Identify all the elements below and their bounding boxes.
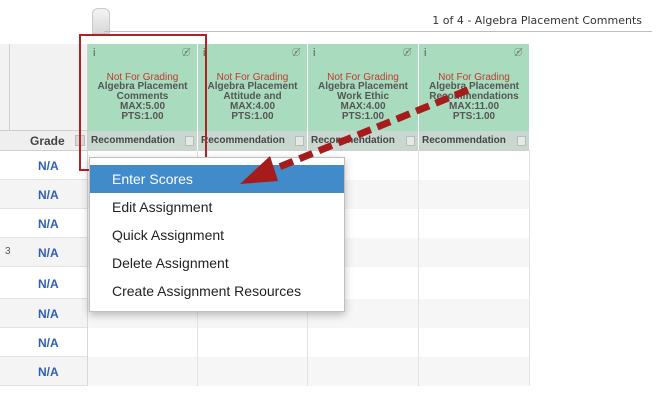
sort-icon[interactable] xyxy=(517,136,526,146)
sort-icon[interactable] xyxy=(295,136,304,146)
grade-cell[interactable]: N/A xyxy=(0,299,88,328)
score-cell[interactable] xyxy=(88,357,198,386)
score-cell[interactable] xyxy=(419,267,530,299)
grade-header-label: Grade xyxy=(30,134,65,148)
score-cell[interactable] xyxy=(88,328,198,357)
grid-corner-header xyxy=(0,44,88,131)
menu-item-edit-assignment[interactable]: Edit Assignment xyxy=(90,193,344,221)
assignment-context-menu: Enter Scores Edit Assignment Quick Assig… xyxy=(89,157,345,312)
info-icon[interactable]: i xyxy=(313,47,315,59)
grade-cell[interactable]: N/A xyxy=(0,238,88,267)
grade-cell[interactable]: N/A xyxy=(0,328,88,357)
assignment-title-block: Algebra Placement Attitude and MAX:4.00 … xyxy=(200,82,305,122)
score-cell[interactable] xyxy=(198,357,308,386)
score-cell[interactable] xyxy=(419,357,530,386)
column-highlight-box xyxy=(79,34,207,171)
menu-item-quick-assignment[interactable]: Quick Assignment xyxy=(90,221,344,249)
assignment-pager: 1 of 4 - Algebra Placement Comments xyxy=(104,10,652,32)
assignment-title-block: Algebra Placement Recommendations MAX:11… xyxy=(421,82,527,122)
assignment-title: Algebra Placement Attitude and xyxy=(207,81,298,102)
score-cell[interactable] xyxy=(419,151,530,180)
grid-corner-divider xyxy=(0,44,10,131)
recommendation-subheader-3[interactable]: Recommendation xyxy=(308,131,419,151)
assignment-title-block: Algebra Placement Work Ethic MAX:4.00 PT… xyxy=(310,82,416,122)
score-cell[interactable] xyxy=(419,209,530,238)
table-row: N/A xyxy=(0,328,530,357)
grade-cell[interactable]: N/A xyxy=(0,180,88,209)
table-row: N/A xyxy=(0,357,530,386)
assignment-title: Algebra Placement Recommendations xyxy=(428,81,520,102)
score-cell[interactable] xyxy=(308,357,419,386)
menu-item-delete-assignment[interactable]: Delete Assignment xyxy=(90,249,344,277)
recommendation-subheader-4[interactable]: Recommendation xyxy=(419,131,530,151)
subheader-label: Recommendation xyxy=(201,135,285,146)
score-cell[interactable] xyxy=(419,328,530,357)
score-cell[interactable] xyxy=(419,180,530,209)
score-cell[interactable] xyxy=(419,238,530,267)
recommendation-subheader-2[interactable]: Recommendation xyxy=(198,131,308,151)
subheader-label: Recommendation xyxy=(422,135,506,146)
score-cell[interactable] xyxy=(419,299,530,328)
assignment-pts: PTS:1.00 xyxy=(231,111,274,122)
assignment-title: Algebra Placement Work Ethic xyxy=(317,81,409,102)
grade-cell[interactable]: N/A xyxy=(0,357,88,386)
subheader-label: Recommendation xyxy=(311,135,395,146)
menu-item-enter-scores[interactable]: Enter Scores xyxy=(90,165,344,193)
assignment-column-header-3[interactable]: i ☉̸ Not For Grading Algebra Placement W… xyxy=(308,44,419,131)
assignment-pts: PTS:1.00 xyxy=(452,111,496,122)
menu-item-create-assignment-resources[interactable]: Create Assignment Resources xyxy=(90,277,344,305)
eye-slash-icon[interactable]: ☉̸ xyxy=(402,46,412,59)
info-icon[interactable]: i xyxy=(424,47,426,59)
eye-slash-icon[interactable]: ☉̸ xyxy=(513,46,523,59)
score-cell[interactable] xyxy=(198,328,308,357)
assignment-column-header-2[interactable]: i ☉̸ Not For Grading Algebra Placement A… xyxy=(198,44,308,131)
assignment-pts: PTS:1.00 xyxy=(341,111,385,122)
grade-column-header[interactable]: Grade xyxy=(0,131,88,151)
score-cell[interactable] xyxy=(308,328,419,357)
assignment-column-header-4[interactable]: i ☉̸ Not For Grading Algebra Placement R… xyxy=(419,44,530,131)
eye-slash-icon[interactable]: ☉̸ xyxy=(291,46,301,59)
grade-cell[interactable]: N/A xyxy=(0,209,88,238)
pager-text: 1 of 4 - Algebra Placement Comments xyxy=(432,14,642,27)
sort-icon[interactable] xyxy=(406,136,415,146)
grade-cell[interactable]: N/A xyxy=(0,267,88,299)
grade-cell[interactable]: N/A xyxy=(0,151,88,180)
